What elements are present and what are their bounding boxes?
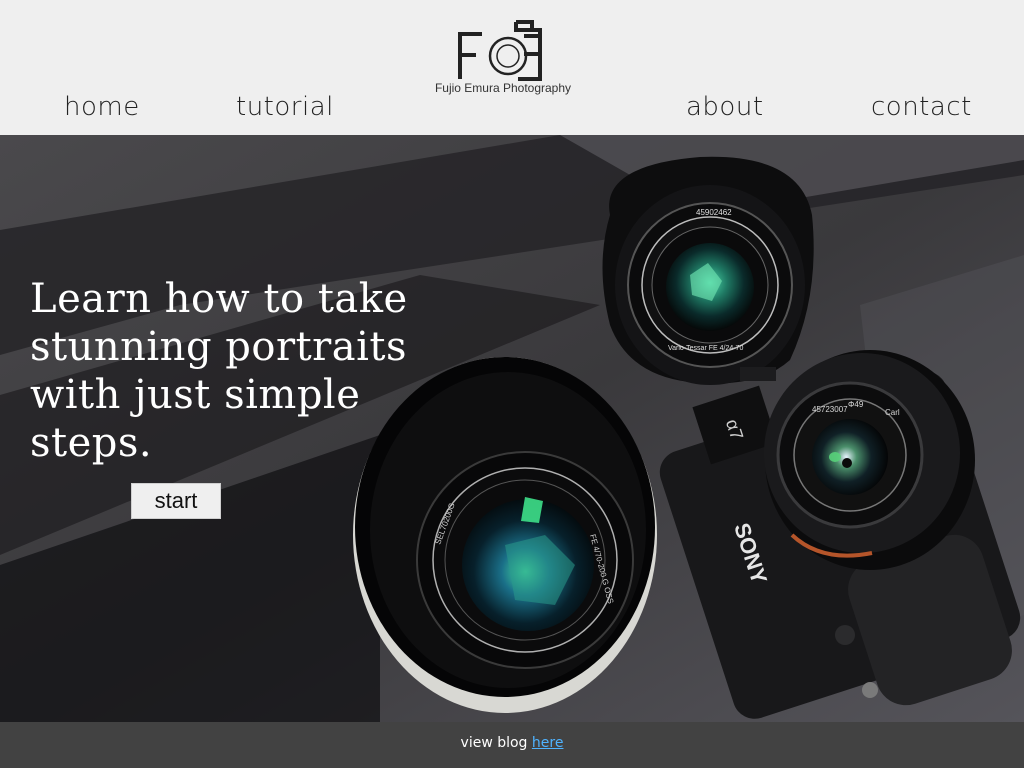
camera-logo-icon <box>458 20 542 81</box>
nav-about-link[interactable]: about <box>686 92 764 122</box>
svg-text:Φ49: Φ49 <box>848 400 864 409</box>
page: home tutorial Fujio Emura Photography ab… <box>0 0 1024 768</box>
logo-caption: Fujio Emura Photography <box>434 81 572 95</box>
svg-text:45723007: 45723007 <box>812 405 848 414</box>
svg-text:Vario-Tessar FE 4/24-70: Vario-Tessar FE 4/24-70 <box>668 345 743 352</box>
nav-tutorial-link[interactable]: tutorial <box>236 92 334 122</box>
nav-home-link[interactable]: home <box>64 92 140 122</box>
site-logo[interactable]: Fujio Emura Photography <box>420 18 586 102</box>
hero-heading: Learn how to take stunning portraits wit… <box>30 276 408 466</box>
blog-link[interactable]: here <box>532 735 564 751</box>
footer-text: view blog <box>460 735 532 751</box>
svg-text:Carl: Carl <box>885 408 900 417</box>
hero-section: SONY α7 45723007 Φ49 Carl 45902462 Vario… <box>0 135 1024 722</box>
start-button[interactable]: start <box>131 483 221 519</box>
site-header: home tutorial Fujio Emura Photography ab… <box>0 0 1024 135</box>
svg-text:45902462: 45902462 <box>696 208 732 217</box>
nav-contact-link[interactable]: contact <box>871 92 972 122</box>
site-footer: view blog here <box>0 722 1024 768</box>
